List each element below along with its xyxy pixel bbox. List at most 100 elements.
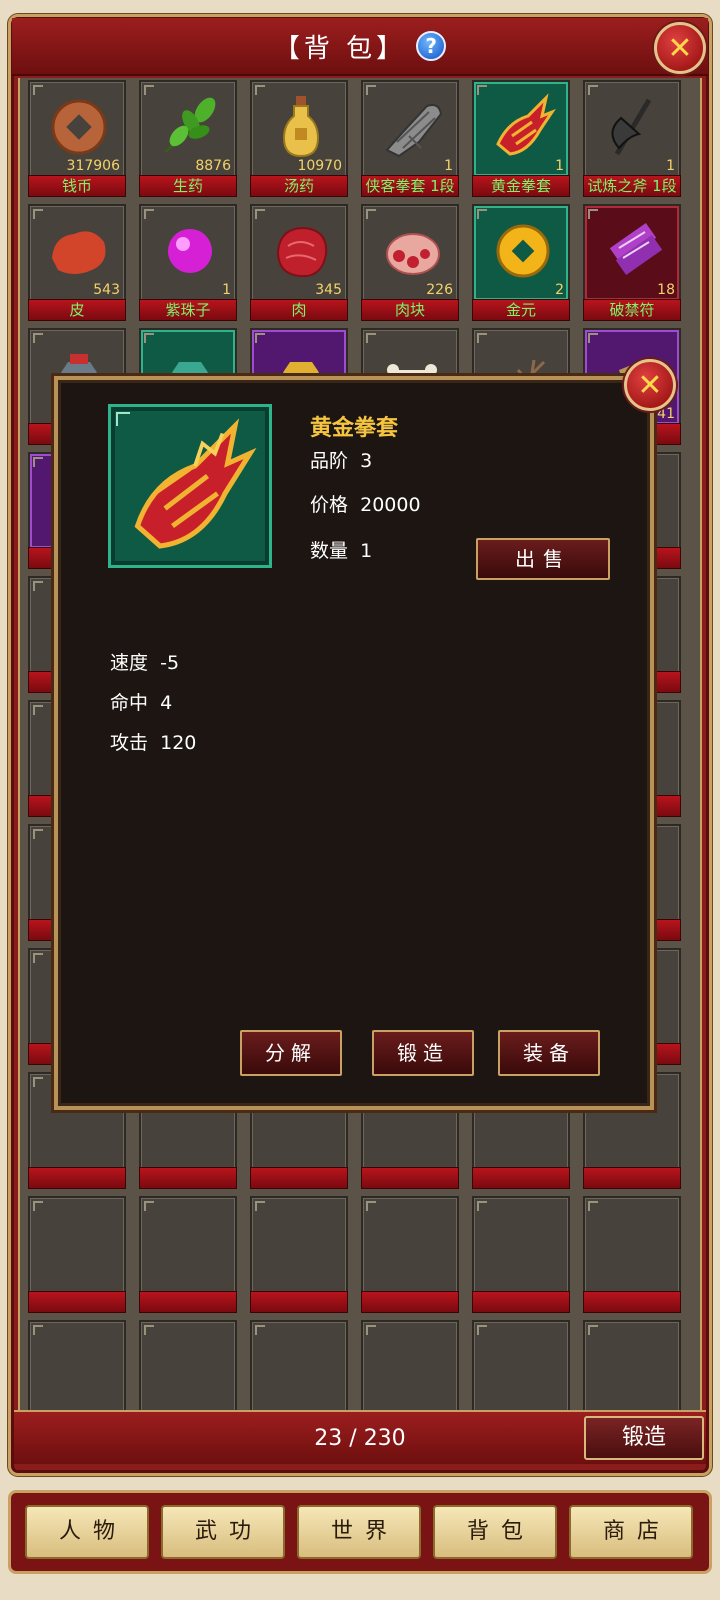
price-value: 20000 [360,494,421,516]
stat-label: 攻击 [110,732,149,754]
empty-slot[interactable] [28,1320,126,1410]
nav-world[interactable]: 世界 [297,1505,421,1559]
empty-slot[interactable] [250,1320,348,1410]
decompose-button[interactable]: 分解 [240,1030,342,1076]
chain-gauntlet-icon [385,104,443,158]
empty-label [250,1291,348,1313]
item-slot-coins[interactable]: 317906 [28,80,126,178]
empty-label [583,1291,681,1313]
purple-pearl-icon [168,229,212,273]
item-label: 皮 [28,299,126,321]
item-slot-gold-coin[interactable]: 2 [472,204,570,302]
golden-gauntlet-icon [134,418,257,549]
detail-quantity: 数量 1 [310,536,372,563]
item-count: 345 [315,282,342,298]
item-label: 汤药 [250,175,348,197]
item-label: 肉块 [361,299,459,321]
item-label: 肉 [250,299,348,321]
item-slot-chain-gauntlet[interactable]: 1 [361,80,459,178]
grade-value: 3 [360,450,373,472]
item-label: 钱币 [28,175,126,197]
item-label: 试炼之斧 1段 [583,175,681,197]
item-count: 317906 [66,158,120,174]
item-count: 8876 [195,158,231,174]
close-popup-button[interactable]: ✕ [624,359,676,411]
empty-slot[interactable] [28,1196,126,1294]
nav-character[interactable]: 人物 [25,1505,149,1559]
item-slot-axe[interactable]: 1 [583,80,681,178]
empty-label [139,1291,237,1313]
empty-slot[interactable] [583,1196,681,1294]
stat-label: 速度 [110,652,149,674]
empty-label [361,1167,459,1189]
item-slot-purple-pearl[interactable]: 1 [139,204,237,302]
empty-slot[interactable] [472,1196,570,1294]
forge-item-button[interactable]: 锻造 [372,1030,474,1076]
item-count: 10970 [297,158,342,174]
item-label: 生药 [139,175,237,197]
empty-slot[interactable] [472,1320,570,1410]
empty-slot[interactable] [361,1196,459,1294]
item-label: 黄金拳套 [472,175,570,197]
gold-coin-icon [496,224,550,278]
detail-grade: 品阶 3 [310,446,372,473]
item-slot-meat[interactable]: 345 [250,204,348,302]
item-label: 侠客拳套 1段 [361,175,459,197]
axe-icon [611,98,652,156]
forge-button[interactable]: 锻造 [584,1416,704,1460]
empty-slot[interactable] [361,1320,459,1410]
close-bag-button[interactable]: ✕ [654,22,706,74]
empty-label [583,1167,681,1189]
stat-value: 4 [160,692,173,714]
empty-slot[interactable] [139,1196,237,1294]
title-bar: 【背 包】 ? [12,18,708,76]
empty-slot[interactable] [139,1320,237,1410]
qty-value: 1 [360,540,373,562]
stat-accuracy: 命中 4 [110,688,172,715]
empty-slot[interactable] [250,1196,348,1294]
stat-value: 120 [160,732,197,754]
item-slot-hide[interactable]: 543 [28,204,126,302]
qty-label: 数量 [310,540,349,562]
item-detail-popup: 黄金拳套 品阶 3 价格 20000 数量 1 出售 速度 -5 命中 4 攻击… [54,376,654,1110]
stat-speed: 速度 -5 [110,648,179,675]
nav-bag[interactable]: 背包 [433,1505,557,1559]
talisman-icon [609,223,663,275]
item-count: 1 [666,158,675,174]
help-icon[interactable]: ? [416,31,447,61]
nav-martial[interactable]: 武功 [161,1505,285,1559]
empty-label [139,1167,237,1189]
stat-label: 命中 [110,692,149,714]
empty-slot[interactable] [583,1320,681,1410]
close-icon: ✕ [667,30,693,66]
bottom-nav: 人物 武功 世界 背包 商店 [8,1490,712,1574]
window-title: 【背 包】 [273,33,407,64]
item-label: 金元 [472,299,570,321]
sell-button[interactable]: 出售 [476,538,610,580]
detail-item-name: 黄金拳套 [310,416,399,441]
hide-icon [52,231,106,274]
close-icon: ✕ [637,367,663,403]
meat-icon [276,226,328,278]
empty-label [472,1167,570,1189]
meat-chunk-icon [386,233,440,275]
item-slot-meat-chunk[interactable]: 226 [361,204,459,302]
herb-leaves-icon [164,97,217,154]
item-count: 543 [93,282,120,298]
item-slot-potion[interactable]: 10970 [250,80,348,178]
equip-button[interactable]: 装备 [498,1030,600,1076]
potion-bottle-icon [282,96,320,158]
item-count: 226 [426,282,453,298]
stat-value: -5 [160,652,180,674]
item-slot-golden-gauntlet[interactable]: 1 [472,80,570,178]
item-count: 1 [444,158,453,174]
nav-shop[interactable]: 商店 [569,1505,693,1559]
detail-price: 价格 20000 [310,490,421,517]
empty-label [361,1291,459,1313]
empty-label [250,1167,348,1189]
item-slot-talisman[interactable]: 18 [583,204,681,302]
item-label: 紫珠子 [139,299,237,321]
bag-footer: 23 / 230 锻造 [14,1410,706,1464]
stat-attack: 攻击 120 [110,728,196,755]
item-slot-herb[interactable]: 8876 [139,80,237,178]
